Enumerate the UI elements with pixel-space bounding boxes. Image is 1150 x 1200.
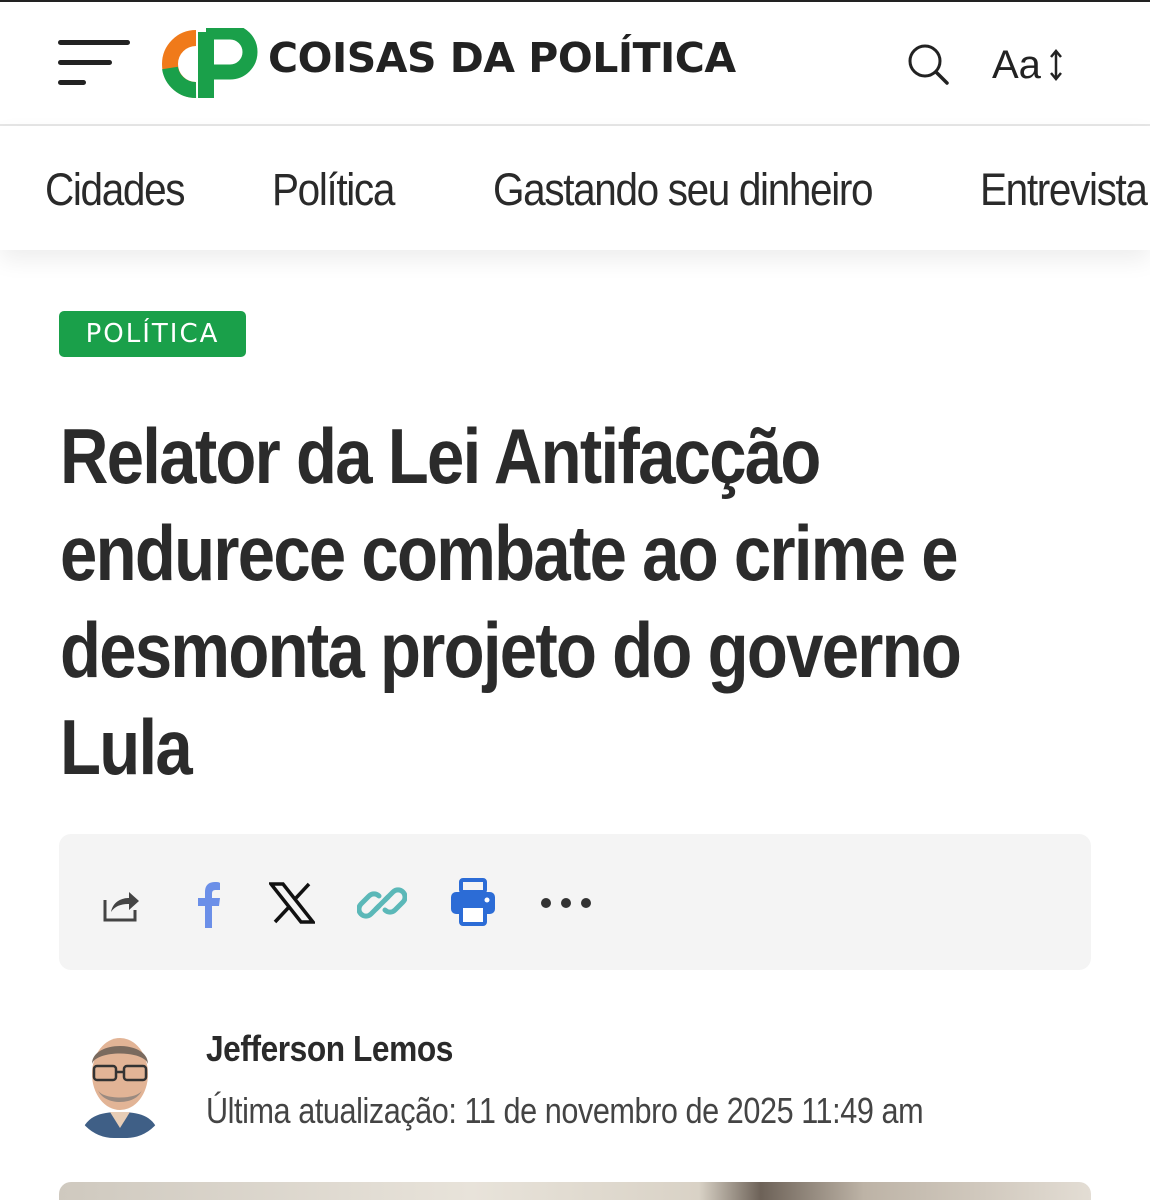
search-icon[interactable] [906,42,950,86]
author-name[interactable]: Jefferson Lemos [206,1028,453,1070]
nav-item-entrevista[interactable]: Entrevista [980,164,1148,216]
nav-item-cidades[interactable]: Cidades [45,164,185,216]
share-bar [59,834,1091,970]
font-size-button[interactable]: Aa [992,42,1063,88]
nav-item-politica[interactable]: Política [272,164,395,216]
more-icon[interactable] [539,878,593,928]
site-logo[interactable] [158,24,258,100]
share-icon[interactable] [101,878,141,928]
site-name[interactable]: COISAS DA POLÍTICA [268,34,736,82]
author-avatar[interactable] [74,1020,166,1138]
site-header: COISAS DA POLÍTICA Aa [0,0,1150,126]
menu-icon[interactable] [58,38,132,90]
facebook-icon[interactable] [185,878,225,928]
article-hero-image [59,1182,1091,1200]
resize-arrows-icon [1049,49,1062,81]
nav-item-gastando-seu-dinheiro[interactable]: Gastando seu dinheiro [493,164,874,216]
last-updated: Última atualização: 11 de novembro de 20… [206,1090,924,1131]
category-badge[interactable]: POLÍTICA [59,311,246,357]
x-icon[interactable] [269,878,315,928]
font-size-label: Aa [992,42,1041,87]
category-nav: Cidades Política Gastando seu dinheiro E… [0,126,1150,250]
link-icon[interactable] [357,878,407,928]
print-icon[interactable] [449,878,497,928]
article-title: Relator da Lei Antifacção endurece comba… [60,412,962,791]
